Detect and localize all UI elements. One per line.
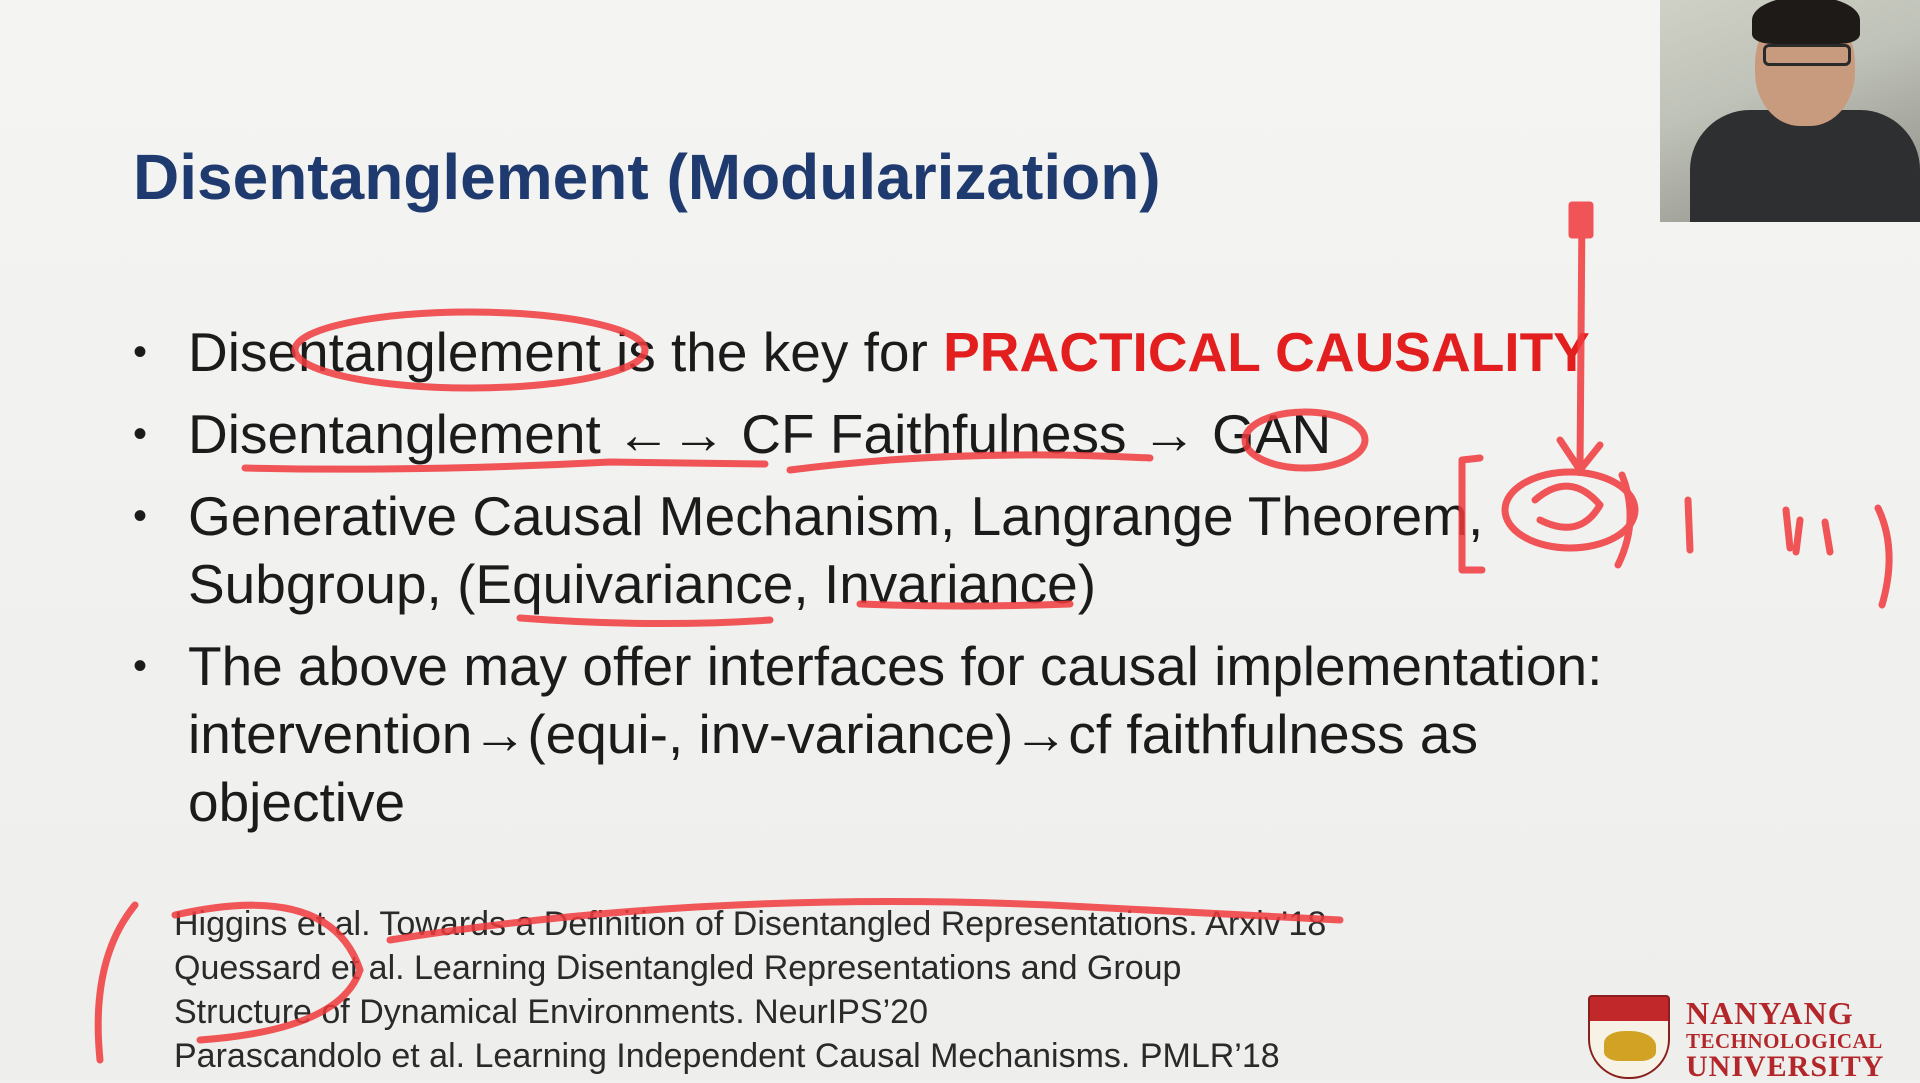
bullet-marker: • — [133, 412, 148, 456]
logo-wordmark: NANYANG TECHNOLOGICAL UNIVERSITY — [1686, 995, 1885, 1083]
reference-line: Structure of Dynamical Environments. Neu… — [174, 993, 928, 1031]
bullet-text: The above may offer interfaces for causa… — [188, 635, 1603, 833]
bullet-marker: • — [133, 330, 148, 374]
slide: Disentanglement (Modularization) • Disen… — [0, 0, 1920, 1083]
presenter-shirt — [1690, 110, 1920, 222]
references: Higgins et al. Towards a Definition of D… — [174, 902, 1326, 1078]
logo-line-3: UNIVERSITY — [1686, 1050, 1885, 1083]
bullet-text-plain: Disentanglement is the key for — [188, 321, 944, 383]
bullet-list: • Disentanglement is the key for PRACTIC… — [133, 318, 1693, 850]
bullet-text: Generative Causal Mechanism, Langrange T… — [188, 485, 1484, 615]
bullet-text: Disentanglement ←→ CF Faithfulness → GAN — [188, 403, 1332, 465]
webcam-overlay — [1660, 0, 1920, 222]
bullet-highlight: PRACTICAL CAUSALITY — [943, 321, 1590, 383]
presenter-glasses — [1763, 44, 1851, 66]
bullet-item-3: • Generative Causal Mechanism, Langrange… — [133, 482, 1693, 618]
bullet-marker: • — [133, 644, 148, 688]
bullet-item-4: • The above may offer interfaces for cau… — [133, 632, 1693, 836]
bullet-marker: • — [133, 494, 148, 538]
logo-line-1: NANYANG — [1686, 995, 1854, 1031]
presenter-hair — [1752, 0, 1860, 44]
reference-line: Parascandolo et al. Learning Independent… — [174, 1037, 1280, 1075]
crest-icon — [1588, 995, 1670, 1079]
bullet-item-2: • Disentanglement ←→ CF Faithfulness → G… — [133, 400, 1693, 468]
lion-icon — [1604, 1031, 1656, 1061]
bullet-text: Disentanglement is the key for PRACTICAL… — [188, 318, 1693, 386]
slide-title: Disentanglement (Modularization) — [133, 141, 1161, 213]
bullet-item-1: • Disentanglement is the key for PRACTIC… — [133, 318, 1693, 386]
reference-line: Higgins et al. Towards a Definition of D… — [174, 905, 1327, 943]
ntu-logo: NANYANG TECHNOLOGICAL UNIVERSITY — [1588, 995, 1888, 1083]
reference-line: Quessard et al. Learning Disentangled Re… — [174, 949, 1182, 987]
